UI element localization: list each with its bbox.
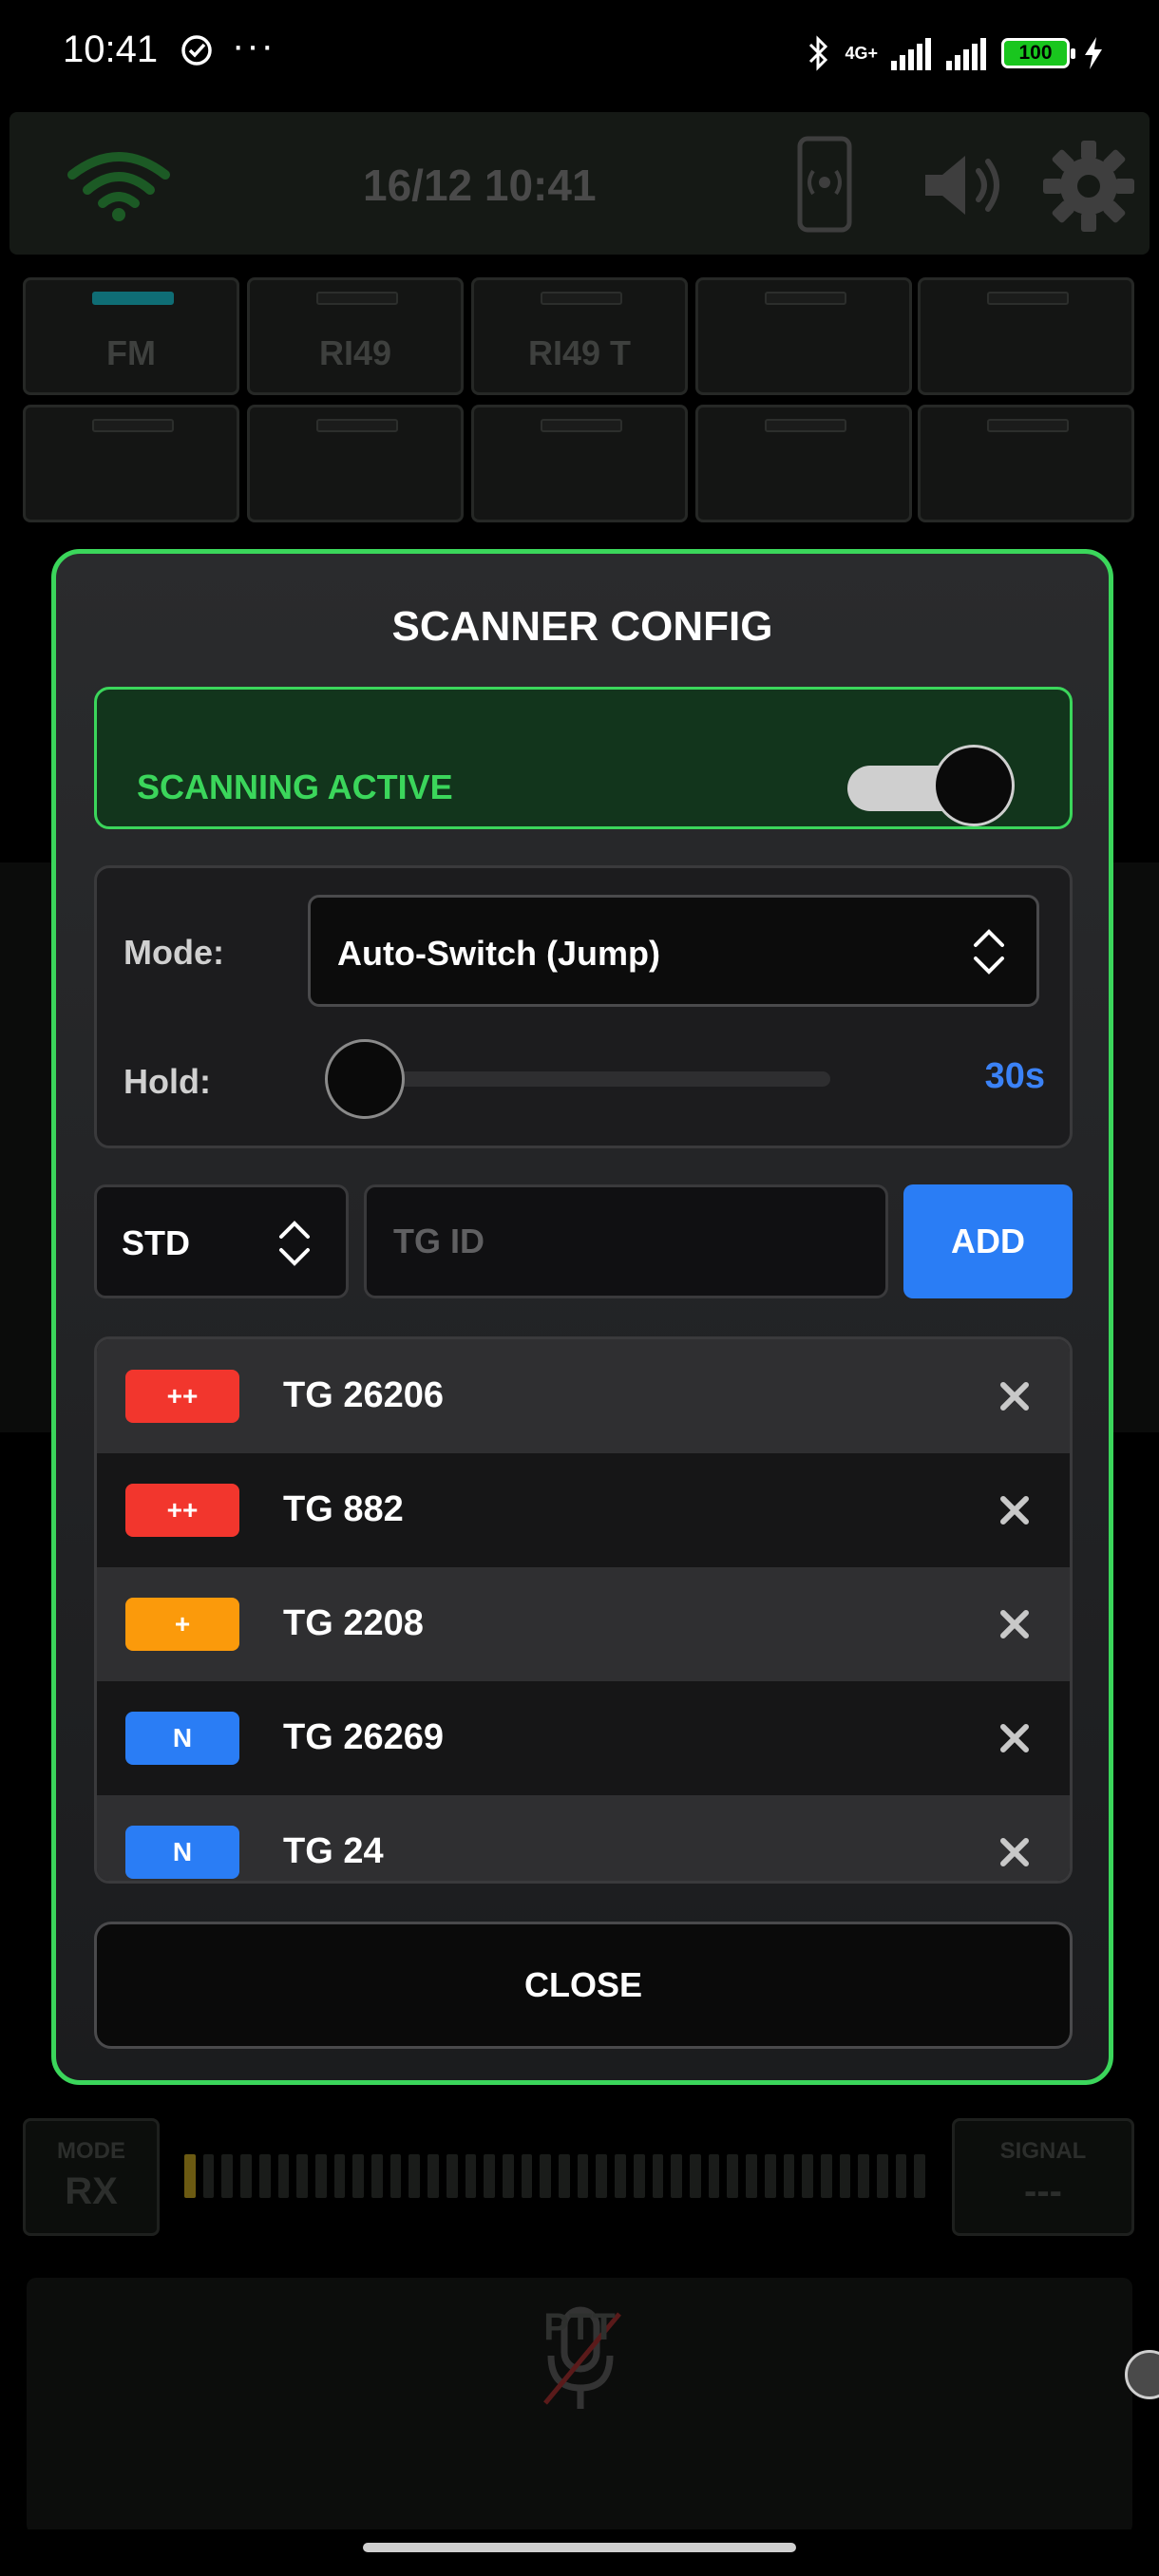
signal-box: SIGNAL --- [952, 2118, 1134, 2236]
gear-icon[interactable] [1043, 141, 1134, 232]
charging-icon [1085, 37, 1102, 69]
scanner-config-modal: SCANNER CONFIG SCANNING ACTIVE Mode: Aut… [51, 549, 1113, 2085]
scanning-toggle-row: SCANNING ACTIVE [94, 687, 1073, 829]
tab-slot-9[interactable] [695, 405, 912, 522]
close-x-icon[interactable] [996, 1833, 1034, 1871]
talkgroup-row: N TG 24 [97, 1795, 1070, 1881]
header-datetime: 16/12 10:41 [363, 161, 597, 210]
mode-select[interactable]: Auto-Switch (Jump) [308, 895, 1039, 1007]
close-x-icon[interactable] [996, 1491, 1034, 1529]
tab-slot-10[interactable] [918, 405, 1134, 522]
signal-bars-icon [946, 38, 986, 70]
scanning-label: SCANNING ACTIVE [137, 767, 453, 806]
status-time: 10:41 [63, 28, 159, 70]
tab-slot-8[interactable] [471, 405, 688, 522]
vu-meter [184, 2154, 926, 2198]
network-type-label: 4G+ [845, 44, 878, 63]
tab-slot-2[interactable]: RI49 [247, 277, 464, 395]
priority-badge: N [125, 1712, 239, 1765]
tab-slot-1[interactable]: FM [23, 277, 239, 395]
modal-title: SCANNER CONFIG [391, 603, 773, 650]
home-indicator[interactable] [363, 2543, 796, 2552]
status-right-cluster: 4G+ 100 [807, 27, 1104, 80]
talkgroup-row: + TG 2208 [97, 1567, 1070, 1681]
signal-box-value: --- [1024, 2170, 1062, 2212]
check-circle-icon [181, 35, 212, 66]
tab-slot-3[interactable]: RI49 T [471, 277, 688, 395]
mode-select-value: Auto-Switch (Jump) [337, 934, 660, 973]
talkgroup-row: ++ TG 882 [97, 1453, 1070, 1567]
bluetooth-icon [809, 35, 828, 71]
tab-slot-6[interactable] [23, 405, 239, 522]
tg-id-input[interactable] [364, 1184, 888, 1298]
close-x-icon[interactable] [996, 1605, 1034, 1643]
priority-badge: ++ [125, 1370, 239, 1423]
mode-label: Mode: [124, 933, 224, 972]
signal-box-label: SIGNAL [999, 2138, 1087, 2164]
signal-bars-icon [891, 38, 931, 70]
speaker-icon[interactable] [922, 152, 1007, 218]
phone-broadcast-icon[interactable] [796, 135, 853, 234]
talkgroup-name: TG 882 [283, 1489, 404, 1529]
close-x-icon[interactable] [996, 1719, 1034, 1757]
tab-slot-5[interactable] [918, 277, 1134, 395]
close-x-icon[interactable] [996, 1377, 1034, 1415]
talkgroup-name: TG 26206 [283, 1375, 444, 1415]
talkgroup-row: ++ TG 26206 [97, 1339, 1070, 1453]
app-header: 16/12 10:41 [10, 112, 1150, 255]
mode-box: MODE RX [23, 2118, 160, 2236]
ptt-label: PTT [543, 2306, 616, 2348]
priority-badge: N [125, 1826, 239, 1879]
battery-indicator: 100 [1001, 38, 1075, 68]
chevron-updown-icon [279, 1221, 310, 1266]
hold-label: Hold: [124, 1062, 211, 1101]
priority-badge: ++ [125, 1484, 239, 1537]
tab-slot-7[interactable] [247, 405, 464, 522]
priority-select-value: STD [122, 1223, 190, 1262]
priority-select[interactable]: STD [94, 1184, 349, 1298]
mode-box-label: MODE [57, 2138, 125, 2164]
scan-settings-panel: Mode: Auto-Switch (Jump) Hold: 30s [94, 865, 1073, 1148]
talkgroup-list[interactable]: ++ TG 26206 ++ TG 882 + TG 2208 N TG 262… [94, 1336, 1073, 1884]
hold-slider-handle[interactable] [325, 1039, 405, 1119]
talkgroup-name: TG 26269 [283, 1717, 444, 1757]
wifi-icon [67, 152, 170, 221]
priority-badge: + [125, 1598, 239, 1651]
talkgroup-name: TG 24 [283, 1831, 384, 1871]
chevron-updown-icon [974, 929, 1004, 975]
close-button[interactable]: CLOSE [94, 1922, 1073, 2049]
talkgroup-name: TG 2208 [283, 1603, 424, 1643]
tab-slot-4[interactable] [695, 277, 912, 395]
status-overflow: ··· [232, 25, 276, 66]
mode-box-value: RX [65, 2170, 118, 2212]
hold-value: 30s [984, 1056, 1045, 1096]
system-nav-bar [0, 2529, 1159, 2576]
scanning-toggle-knob[interactable] [933, 745, 1015, 826]
hold-slider-track[interactable] [365, 1071, 830, 1087]
talkgroup-row: N TG 26269 [97, 1681, 1070, 1795]
add-button[interactable]: ADD [903, 1184, 1073, 1298]
